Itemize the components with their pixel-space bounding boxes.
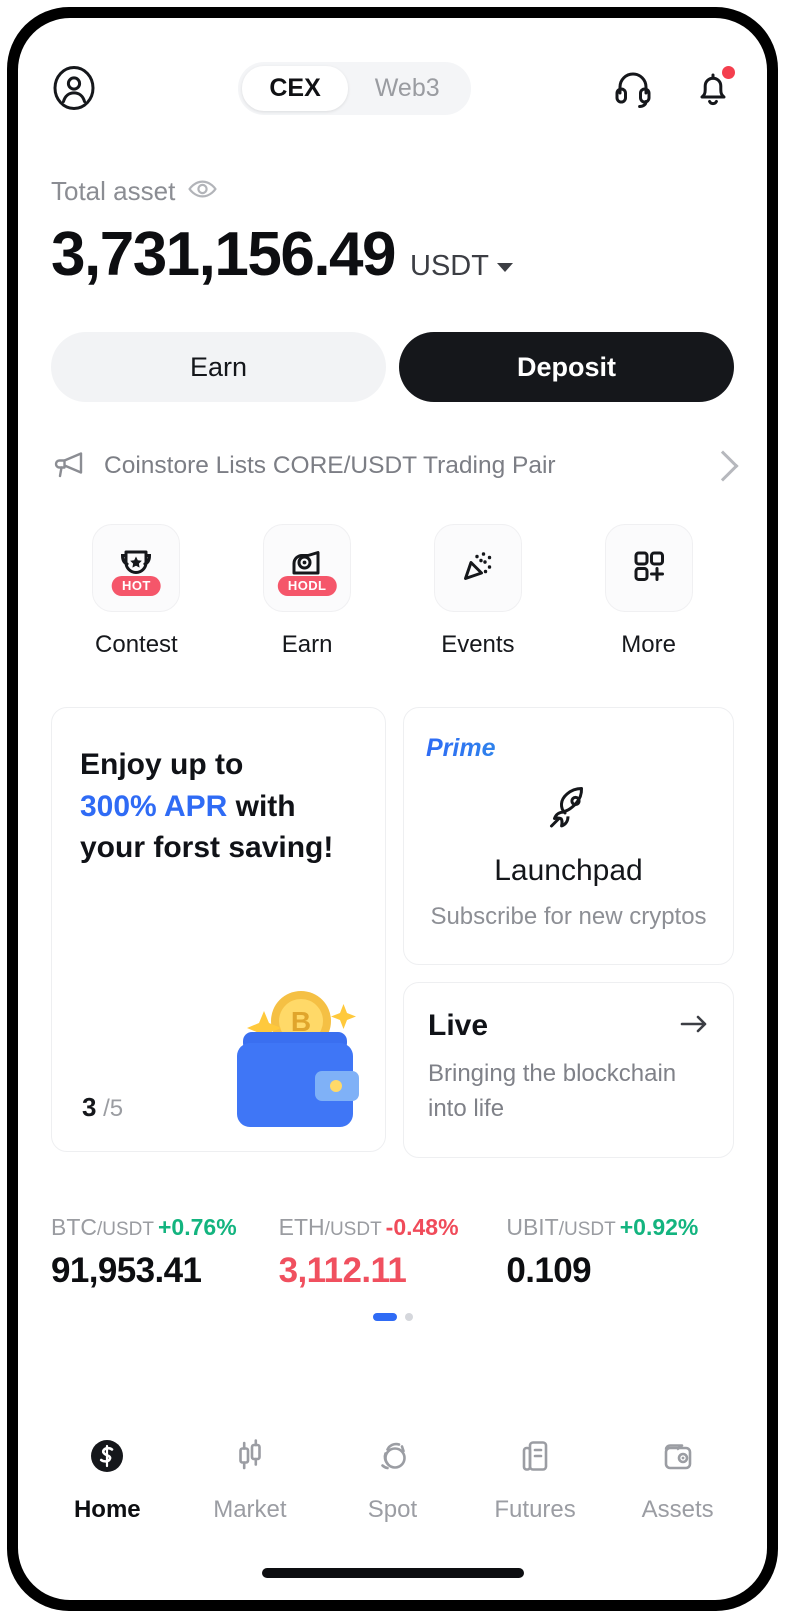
prime-tag: Prime (426, 734, 711, 763)
ticker-quote: /USDT (324, 1218, 382, 1240)
nav-label: Assets (641, 1496, 714, 1523)
nav-label: Market (213, 1496, 287, 1523)
nav-item-futures[interactable]: Futures (464, 1434, 607, 1524)
promo-carousel-counter: 3 /5 (82, 1092, 123, 1123)
ticker-quote: /USDT (97, 1218, 154, 1240)
total-asset-block: Total asset 3,731,156.49 USDT (51, 176, 734, 290)
ticker-change: +0.76% (158, 1213, 237, 1240)
user-circle-icon[interactable] (51, 65, 97, 111)
quick-action-label: Events (441, 631, 515, 659)
coinstore-logo-icon (85, 1434, 129, 1483)
total-asset-amount: 3,731,156.49 (51, 220, 397, 289)
market-ticker-row: BTC/USDT +0.76% 91,953.41 ETH/USDT -0.48% … (51, 1214, 734, 1291)
promo-headline-accent: 300% APR (80, 789, 228, 823)
ticker-change: -0.48% (385, 1213, 459, 1240)
ticker-base: BTC (51, 1213, 97, 1240)
bell-icon[interactable] (692, 66, 735, 109)
arrow-right-icon[interactable] (679, 1012, 709, 1041)
ticker-base: UBIT (506, 1213, 559, 1240)
carousel-dot[interactable] (404, 1312, 413, 1321)
ticker-price: 91,953.41 (51, 1250, 202, 1290)
launchpad-card[interactable]: Prime Launchpad Subscribe for new crypto… (403, 707, 734, 966)
phone-frame: CEX Web3 Total asset 3,731,156.49 USDT E… (7, 7, 778, 1611)
savings-promo-card[interactable]: Enjoy up to 300% APR with your forst sav… (51, 707, 386, 1153)
currency-selector[interactable]: USDT (410, 250, 513, 283)
home-indicator (261, 1568, 524, 1578)
nav-item-home[interactable]: Home (36, 1434, 179, 1524)
launchpad-title: Launchpad (494, 854, 643, 888)
ticker-carousel-dots (51, 1312, 734, 1321)
chevron-down-icon (496, 262, 513, 272)
ticker-price: 0.109 (506, 1250, 591, 1290)
quick-action-earn[interactable]: HODL Earn (222, 524, 393, 659)
promo-grid: Enjoy up to 300% APR with your forst sav… (51, 707, 734, 1158)
earn-button[interactable]: Earn (51, 332, 386, 403)
spot-swap-icon (370, 1434, 414, 1483)
phone-screen: CEX Web3 Total asset 3,731,156.49 USDT E… (18, 18, 767, 1600)
nav-label: Spot (367, 1496, 418, 1523)
bottom-navigation: Home Market Spot Futures Assets (18, 1434, 767, 1524)
tab-web3[interactable]: Web3 (348, 66, 467, 111)
badge-hodl: HODL (277, 576, 337, 597)
primary-actions: Earn Deposit (51, 332, 734, 403)
nav-label: Futures (494, 1496, 576, 1523)
headset-icon[interactable] (612, 67, 654, 109)
party-popper-icon (455, 543, 501, 594)
promo-counter-total: /5 (103, 1095, 124, 1123)
quick-action-events[interactable]: Events (393, 524, 564, 659)
quick-action-more[interactable]: More (563, 524, 734, 659)
launchpad-subtitle: Subscribe for new cryptos (430, 903, 707, 931)
badge-hot: HOT (112, 576, 161, 597)
futures-doc-icon (513, 1434, 557, 1483)
grid-plus-icon (626, 543, 672, 594)
announcement-text: Coinstore Lists CORE/USDT Trading Pair (104, 452, 556, 480)
promo-headline-tail: with (227, 789, 296, 823)
announcement-bar[interactable]: Coinstore Lists CORE/USDT Trading Pair (51, 446, 739, 486)
cex-web3-switch: CEX Web3 (97, 61, 612, 115)
wallet-icon (656, 1434, 700, 1483)
nav-item-assets[interactable]: Assets (606, 1434, 749, 1524)
quick-action-label: Contest (95, 631, 178, 659)
top-bar: CEX Web3 (51, 42, 735, 134)
ticker-quote: /USDT (558, 1218, 616, 1240)
megaphone-icon (51, 449, 87, 484)
promo-counter-current: 3 (82, 1092, 97, 1123)
chevron-right-icon[interactable] (707, 450, 739, 482)
currency-label: USDT (410, 250, 489, 282)
nav-item-market[interactable]: Market (179, 1434, 322, 1524)
ticker-price: 3,112.11 (278, 1250, 407, 1290)
ticker-eth[interactable]: ETH/USDT -0.48% 3,112.11 (279, 1214, 507, 1291)
total-asset-label: Total asset (51, 176, 176, 206)
notification-badge (722, 66, 735, 79)
tab-cex[interactable]: CEX (242, 65, 348, 111)
quick-action-label: Earn (281, 631, 333, 659)
promo-headline-line1: Enjoy up to (80, 748, 244, 782)
live-card[interactable]: Live Bringing the blockchain into life (403, 982, 734, 1158)
ticker-change: +0.92% (619, 1213, 699, 1240)
rocket-icon (426, 779, 711, 842)
ticker-base: ETH (278, 1213, 325, 1240)
ticker-btc[interactable]: BTC/USDT +0.76% 91,953.41 (51, 1214, 279, 1291)
eye-icon[interactable] (188, 179, 217, 204)
ticker-ubit[interactable]: UBIT/USDT +0.92% 0.109 (506, 1214, 734, 1291)
candlestick-icon (228, 1434, 272, 1483)
nav-label: Home (73, 1496, 141, 1523)
quick-actions: HOT Contest HODL Earn Events More (51, 524, 734, 659)
deposit-button[interactable]: Deposit (399, 332, 734, 403)
nav-item-spot[interactable]: Spot (321, 1434, 464, 1524)
promo-headline-line3: your forst saving! (80, 831, 334, 865)
quick-action-contest[interactable]: HOT Contest (51, 524, 222, 659)
live-subtitle: Bringing the blockchain into life (428, 1060, 677, 1123)
live-title: Live (428, 1009, 489, 1043)
quick-action-label: More (621, 631, 676, 659)
wallet-bitcoin-icon: B (209, 977, 369, 1137)
carousel-dot-active[interactable] (372, 1312, 397, 1321)
